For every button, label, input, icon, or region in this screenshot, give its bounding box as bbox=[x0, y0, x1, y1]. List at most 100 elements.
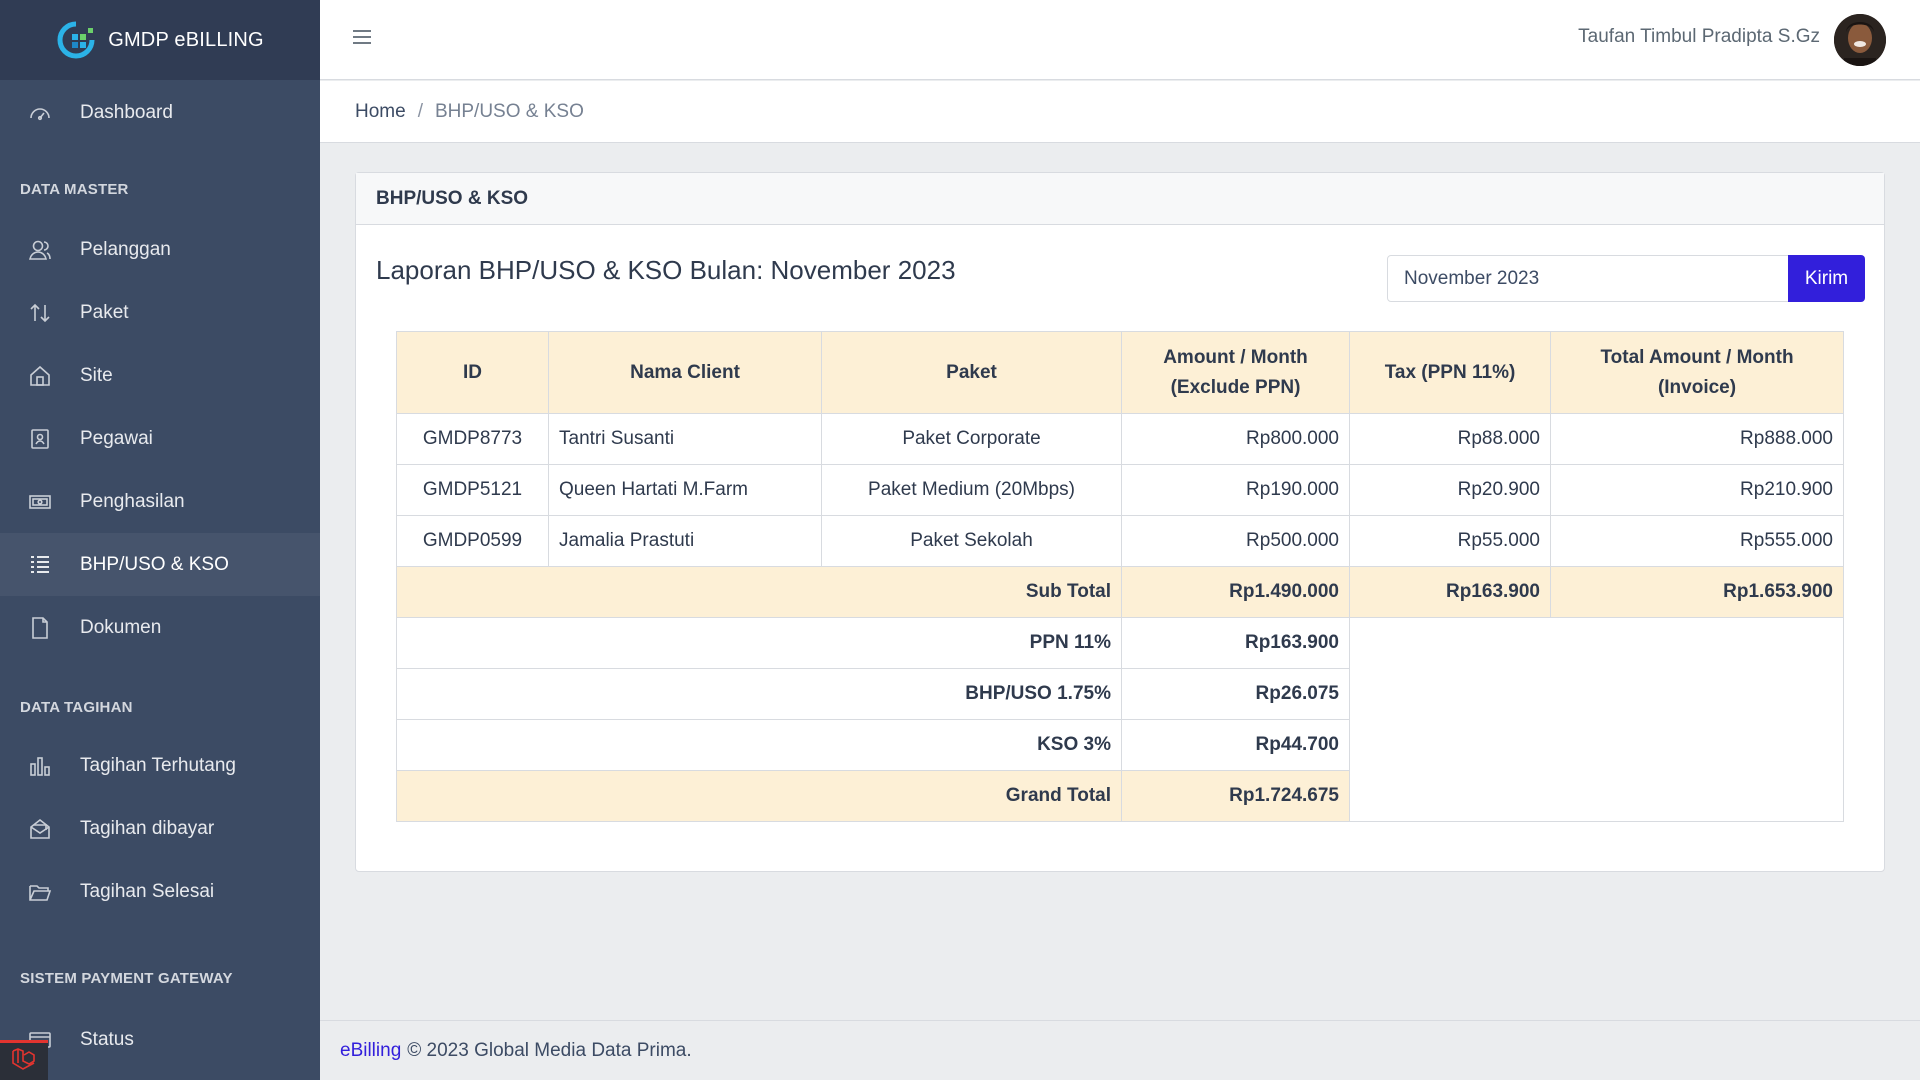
inbox-icon bbox=[28, 817, 52, 841]
sidebar-item-label: Dashboard bbox=[80, 102, 173, 123]
sidebar-item-bhp-uso-kso[interactable]: BHP/USO & KSO bbox=[0, 533, 320, 596]
header-amount-line2: (Exclude PPN) bbox=[1170, 376, 1301, 398]
header-total-line2: (Invoice) bbox=[1657, 376, 1737, 398]
sidebar-item-dokumen[interactable]: Dokumen bbox=[0, 596, 320, 659]
ppn-value: Rp163.900 bbox=[1121, 617, 1350, 669]
sidebar-item-label: Paket bbox=[80, 301, 129, 323]
sidebar-item-label: Tagihan dibayar bbox=[80, 817, 215, 839]
sidebar-item-label: Status bbox=[80, 1028, 134, 1050]
footer-copyright: © 2023 Global Media Data Prima. bbox=[407, 1039, 692, 1061]
sidebar-item-site[interactable]: Site bbox=[0, 344, 320, 407]
submit-button[interactable]: Kirim bbox=[1788, 255, 1865, 302]
cell-name: Queen Hartati M.Farm bbox=[548, 464, 822, 516]
cell-amount: Rp800.000 bbox=[1121, 413, 1350, 465]
header-total-line1: Total Amount / Month bbox=[1600, 346, 1794, 368]
sidebar-item-label: Pelanggan bbox=[80, 238, 171, 260]
cell-name: Jamalia Prastuti bbox=[548, 515, 822, 567]
home-icon bbox=[28, 364, 52, 388]
sidebar-item-label: Tagihan Terhutang bbox=[80, 754, 236, 776]
cell-tax: Rp55.000 bbox=[1349, 515, 1551, 567]
table-row: GMDP8773 Tantri Susanti Paket Corporate … bbox=[396, 413, 1844, 465]
money-icon bbox=[28, 490, 52, 514]
brand-logo-icon bbox=[56, 20, 96, 60]
hamburger-icon bbox=[351, 28, 373, 51]
cell-name: Tantri Susanti bbox=[548, 413, 822, 465]
breadcrumb: Home / BHP/USO & KSO bbox=[320, 81, 1920, 143]
top-header: Taufan Timbul Pradipta S.Gz bbox=[320, 0, 1920, 80]
cell-paket: Paket Corporate bbox=[821, 413, 1122, 465]
cell-id: GMDP8773 bbox=[396, 413, 549, 465]
sort-arrows-icon bbox=[28, 301, 52, 325]
brand-name: GMDP eBILLING bbox=[108, 28, 264, 51]
sidebar-item-label: Pegawai bbox=[80, 427, 153, 449]
sidebar-item-status[interactable]: Status bbox=[0, 1008, 320, 1071]
sidebar-item-tagihan-dibayar[interactable]: Tagihan dibayar bbox=[0, 797, 320, 860]
user-name[interactable]: Taufan Timbul Pradipta S.Gz bbox=[1578, 26, 1820, 48]
laravel-icon bbox=[11, 1047, 37, 1076]
sidebar-item-dashboard[interactable]: Dashboard bbox=[0, 80, 320, 146]
subtotal-label: Sub Total bbox=[396, 566, 1122, 618]
avatar[interactable] bbox=[1834, 14, 1886, 66]
footer: eBilling © 2023 Global Media Data Prima. bbox=[320, 1020, 1920, 1080]
cell-total: Rp555.000 bbox=[1550, 515, 1844, 567]
debugbar-toggle[interactable] bbox=[0, 1040, 48, 1080]
sidebar-item-tagihan-selesai[interactable]: Tagihan Selesai bbox=[0, 860, 320, 923]
badge-icon bbox=[28, 427, 52, 451]
cell-paket: Paket Sekolah bbox=[821, 515, 1122, 567]
bhp-label: BHP/USO 1.75% bbox=[396, 668, 1122, 720]
subtotal-tax: Rp163.900 bbox=[1349, 566, 1551, 618]
subtotal-row: Sub Total Rp1.490.000 Rp163.900 Rp1.653.… bbox=[396, 566, 1844, 618]
sidebar-item-label: Tagihan Selesai bbox=[80, 880, 215, 902]
sidebar: GMDP eBILLING Dashboard DATA MASTER Pela… bbox=[0, 0, 320, 1080]
section-title-payment-gateway: SISTEM PAYMENT GATEWAY bbox=[20, 970, 233, 987]
table-row: GMDP0599 Jamalia Prastuti Paket Sekolah … bbox=[396, 515, 1844, 567]
card-header: BHP/USO & KSO bbox=[356, 173, 1884, 225]
table-header-row: ID Nama Client Paket Amount / Month (Exc… bbox=[396, 331, 1844, 414]
breadcrumb-current: BHP/USO & KSO bbox=[434, 100, 584, 122]
cell-amount: Rp190.000 bbox=[1121, 464, 1350, 516]
grand-total-label: Grand Total bbox=[396, 770, 1122, 822]
cell-total: Rp210.900 bbox=[1550, 464, 1844, 516]
cell-id: GMDP5121 bbox=[396, 464, 549, 516]
section-title-data-master: DATA MASTER bbox=[20, 180, 129, 198]
sidebar-item-label: Penghasilan bbox=[80, 490, 185, 512]
month-input[interactable] bbox=[1387, 255, 1789, 302]
sidebar-item-label: Dokumen bbox=[80, 616, 162, 638]
document-icon bbox=[28, 616, 52, 640]
sidebar-item-paket[interactable]: Paket bbox=[0, 281, 320, 344]
list-icon bbox=[28, 553, 52, 577]
header-id: ID bbox=[396, 331, 549, 414]
bhp-value: Rp26.075 bbox=[1121, 668, 1350, 720]
report-card: BHP/USO & KSO Laporan BHP/USO & KSO Bula… bbox=[355, 172, 1885, 872]
report-title: Laporan BHP/USO & KSO Bulan: November 20… bbox=[376, 255, 956, 285]
footer-link[interactable]: eBilling bbox=[340, 1040, 401, 1062]
header-amount: Amount / Month (Exclude PPN) bbox=[1121, 331, 1350, 414]
subtotal-amount: Rp1.490.000 bbox=[1121, 566, 1350, 618]
sidebar-item-tagihan-terhutang[interactable]: Tagihan Terhutang bbox=[0, 734, 320, 797]
sidebar-item-pegawai[interactable]: Pegawai bbox=[0, 407, 320, 470]
header-nama-client: Nama Client bbox=[548, 331, 822, 414]
table-row: GMDP5121 Queen Hartati M.Farm Paket Medi… bbox=[396, 464, 1844, 516]
grand-total-value: Rp1.724.675 bbox=[1121, 770, 1350, 822]
cell-total: Rp888.000 bbox=[1550, 413, 1844, 465]
ppn-label: PPN 11% bbox=[396, 617, 1122, 669]
folder-open-icon bbox=[28, 880, 52, 904]
user-icon bbox=[28, 238, 52, 262]
cell-id: GMDP0599 bbox=[396, 515, 549, 567]
subtotal-total: Rp1.653.900 bbox=[1550, 566, 1844, 618]
ppn-row: PPN 11% Rp163.900 bbox=[396, 617, 1844, 822]
breadcrumb-home-link[interactable]: Home bbox=[355, 101, 406, 123]
cell-paket: Paket Medium (20Mbps) bbox=[821, 464, 1122, 516]
cell-tax: Rp88.000 bbox=[1349, 413, 1551, 465]
brand[interactable]: GMDP eBILLING bbox=[0, 0, 320, 80]
kso-label: KSO 3% bbox=[396, 719, 1122, 771]
cell-tax: Rp20.900 bbox=[1349, 464, 1551, 516]
sidebar-item-pelanggan[interactable]: Pelanggan bbox=[0, 218, 320, 281]
section-title-data-tagihan: DATA TAGIHAN bbox=[20, 699, 133, 716]
menu-toggle-button[interactable] bbox=[348, 26, 376, 54]
sidebar-item-penghasilan[interactable]: Penghasilan bbox=[0, 470, 320, 533]
header-amount-line1: Amount / Month bbox=[1163, 346, 1308, 368]
empty-cell bbox=[1349, 617, 1844, 822]
header-paket: Paket bbox=[821, 331, 1122, 414]
sidebar-item-label: Site bbox=[80, 364, 113, 386]
